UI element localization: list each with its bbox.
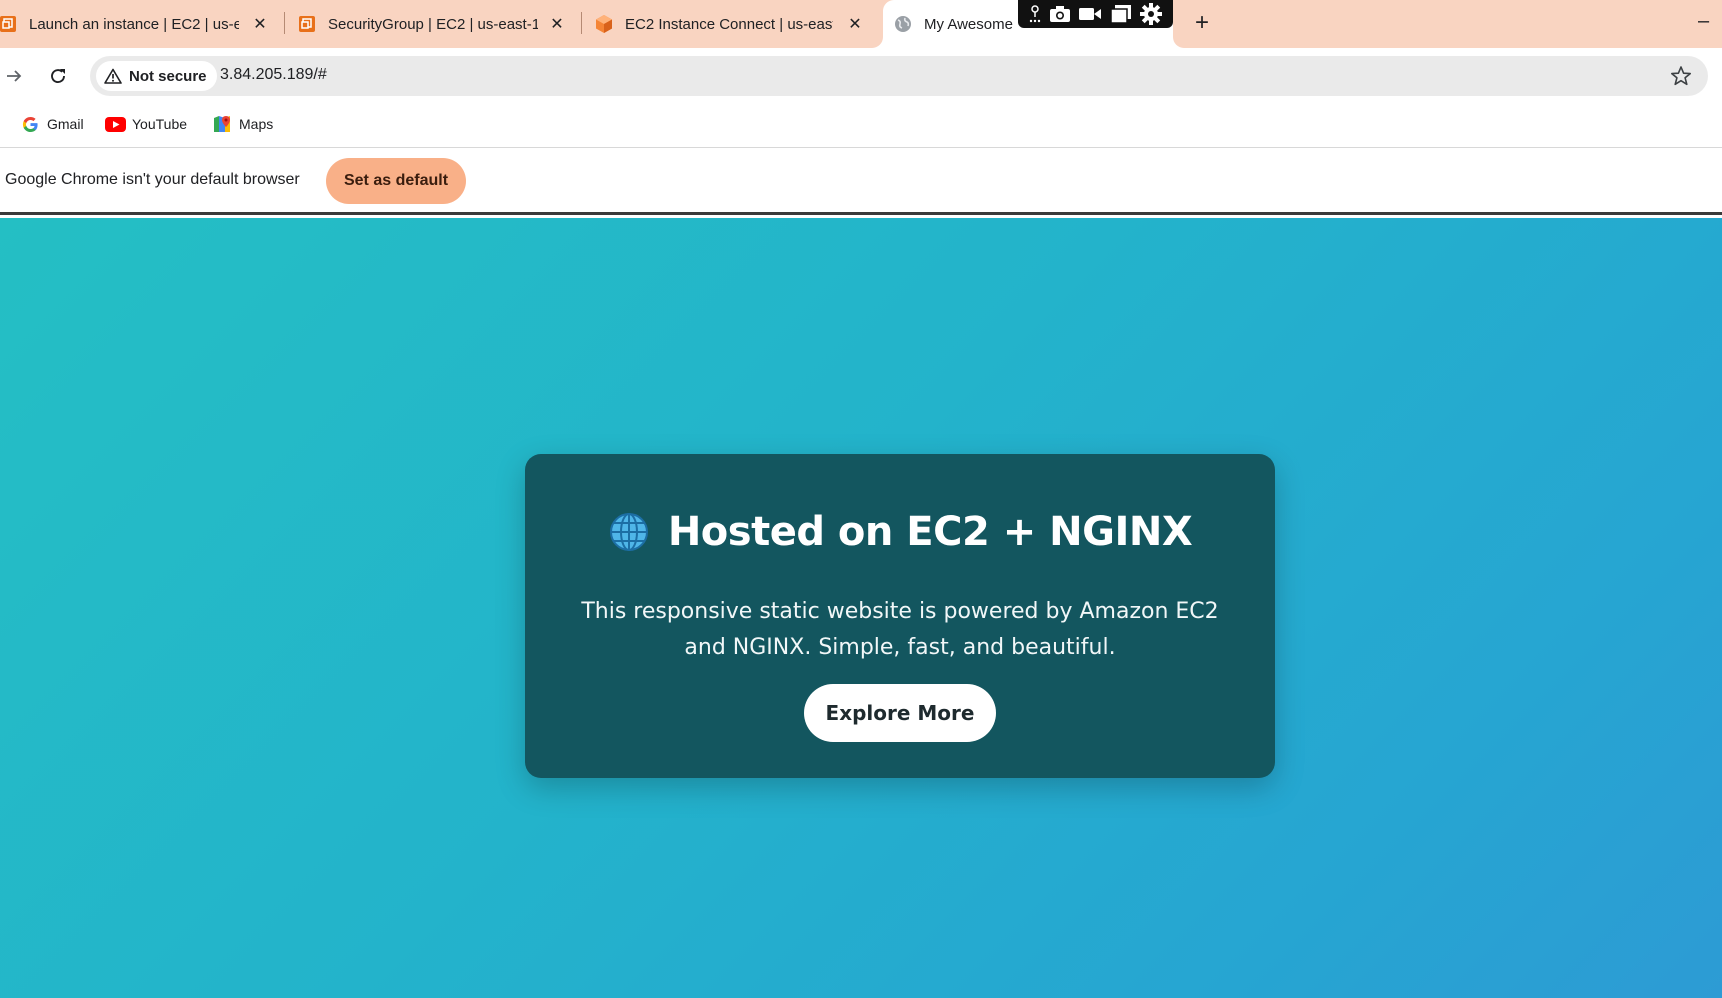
gear-icon[interactable] bbox=[1139, 2, 1163, 26]
tab-title: Launch an instance | EC2 | us-ea bbox=[29, 15, 239, 33]
close-tab-icon[interactable]: ✕ bbox=[548, 15, 566, 33]
tab-separator bbox=[581, 12, 582, 34]
tab-title: SecurityGroup | EC2 | us-east-1 bbox=[328, 15, 538, 33]
ec2-console-icon bbox=[297, 14, 317, 34]
explore-more-button[interactable]: Explore More bbox=[804, 684, 996, 742]
tab-separator bbox=[284, 12, 285, 34]
aws-cube-icon bbox=[594, 14, 614, 34]
capture-toolbar bbox=[1018, 0, 1173, 28]
tab-title: My Awesome bbox=[924, 15, 1013, 33]
page-content: Hosted on EC2 + NGINX This responsive st… bbox=[0, 218, 1722, 998]
video-camera-icon[interactable] bbox=[1078, 6, 1102, 22]
maps-pin-icon bbox=[211, 115, 233, 133]
reload-icon[interactable] bbox=[44, 62, 72, 90]
ec2-console-icon bbox=[0, 14, 18, 34]
close-tab-icon[interactable]: ✕ bbox=[251, 15, 269, 33]
default-browser-infobar: Google Chrome isn't your default browser… bbox=[0, 149, 1722, 215]
bookmark-youtube[interactable]: YouTube bbox=[104, 115, 187, 133]
page-title: Hosted on EC2 + NGINX bbox=[667, 509, 1193, 555]
bookmark-label: YouTube bbox=[132, 116, 188, 132]
set-as-default-button[interactable]: Set as default bbox=[326, 158, 466, 204]
google-g-icon bbox=[19, 115, 41, 133]
bookmark-label: Gmail bbox=[47, 116, 84, 132]
url-text[interactable]: 3.84.205.189/# bbox=[220, 66, 327, 84]
warning-triangle-icon bbox=[104, 68, 122, 84]
security-label: Not secure bbox=[129, 67, 207, 85]
globe-icon bbox=[893, 14, 913, 34]
new-tab-button[interactable]: + bbox=[1188, 10, 1216, 38]
hero-description: This responsive static website is powere… bbox=[581, 599, 1219, 660]
hero-card: Hosted on EC2 + NGINX This responsive st… bbox=[525, 454, 1275, 778]
tab-security-group[interactable]: SecurityGroup | EC2 | us-east-1 ✕ bbox=[297, 0, 577, 48]
close-tab-icon[interactable]: ✕ bbox=[846, 15, 864, 33]
forward-arrow-icon[interactable] bbox=[0, 62, 28, 90]
bookmark-gmail[interactable]: Gmail bbox=[19, 115, 84, 133]
pin-icon[interactable] bbox=[1028, 4, 1042, 24]
star-bookmark-icon[interactable] bbox=[1670, 65, 1692, 87]
address-bar[interactable]: Not secure 3.84.205.189/# bbox=[90, 56, 1708, 96]
globe-icon bbox=[608, 511, 650, 553]
window-icon[interactable] bbox=[1110, 4, 1132, 24]
tab-strip: Launch an instance | EC2 | us-ea ✕ Secur… bbox=[0, 0, 1722, 48]
tab-instance-connect[interactable]: EC2 Instance Connect | us-east- ✕ bbox=[594, 0, 874, 48]
security-chip[interactable]: Not secure bbox=[96, 61, 217, 91]
camera-icon[interactable] bbox=[1049, 5, 1071, 23]
bookmarks-bar: Gmail YouTube Maps bbox=[0, 104, 1722, 148]
tab-title: EC2 Instance Connect | us-east- bbox=[625, 15, 833, 33]
hero-heading: Hosted on EC2 + NGINX bbox=[525, 504, 1275, 560]
infobar-message: Google Chrome isn't your default browser bbox=[5, 171, 300, 188]
minimize-button[interactable]: – bbox=[1698, 10, 1709, 33]
browser-toolbar: Not secure 3.84.205.189/# bbox=[0, 48, 1722, 104]
youtube-icon bbox=[104, 115, 126, 133]
bookmark-maps[interactable]: Maps bbox=[211, 115, 273, 133]
tab-launch-instance[interactable]: Launch an instance | EC2 | us-ea ✕ bbox=[0, 0, 280, 48]
bookmark-label: Maps bbox=[239, 116, 274, 132]
